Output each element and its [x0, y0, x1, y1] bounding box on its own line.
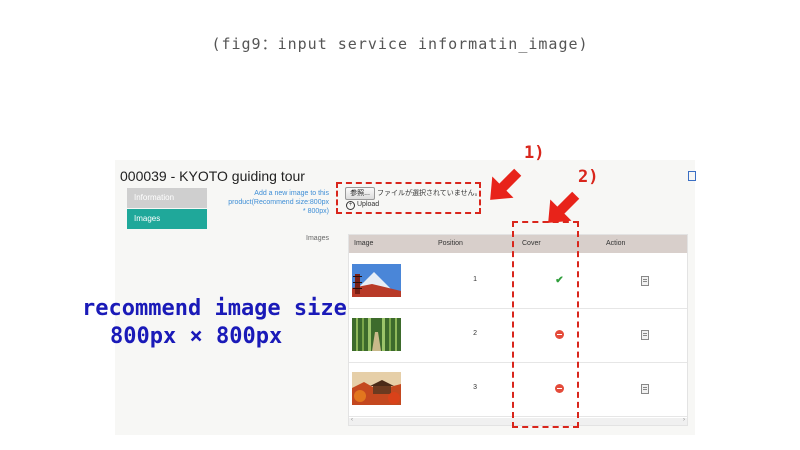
- position-value: 2: [473, 330, 477, 337]
- red-arrow-icon: [490, 168, 522, 200]
- red-arrow-icon: [548, 191, 580, 223]
- image-thumbnail-bamboo-grove[interactable]: [352, 318, 401, 351]
- image-thumbnail-autumn-temple[interactable]: [352, 372, 401, 405]
- tab-images[interactable]: Images: [127, 209, 207, 229]
- page-corner-icon: [688, 171, 696, 181]
- figure-caption: (fig9：input service informatin_image): [211, 35, 589, 53]
- annotation-marker-2: 2): [578, 167, 599, 187]
- column-header-position[interactable]: Position: [438, 235, 463, 253]
- upload-hint: Add a new image to this product(Recommen…: [228, 190, 329, 215]
- page-title: 000039 - KYOTO guiding tour: [120, 168, 305, 184]
- image-thumbnail-fuji-pagoda[interactable]: [352, 264, 401, 297]
- column-header-image[interactable]: Image: [354, 235, 373, 253]
- tab-information[interactable]: Information: [127, 188, 207, 208]
- size-note-line-1: recommend image size: [82, 296, 347, 321]
- delete-icon[interactable]: [641, 384, 649, 394]
- position-value: 1: [473, 276, 477, 283]
- highlight-box-cover: [512, 221, 579, 428]
- annotation-marker-1: 1): [524, 143, 545, 163]
- scroll-right-icon[interactable]: ›: [683, 417, 685, 423]
- column-header-action[interactable]: Action: [606, 235, 625, 253]
- highlight-box-upload: [336, 182, 481, 214]
- position-value: 3: [473, 384, 477, 391]
- delete-icon[interactable]: [641, 276, 649, 286]
- images-field-label: Images: [306, 235, 329, 242]
- size-note-line-2: 800px × 800px: [110, 324, 283, 349]
- delete-icon[interactable]: [641, 330, 649, 340]
- scroll-left-icon[interactable]: ‹: [351, 417, 353, 423]
